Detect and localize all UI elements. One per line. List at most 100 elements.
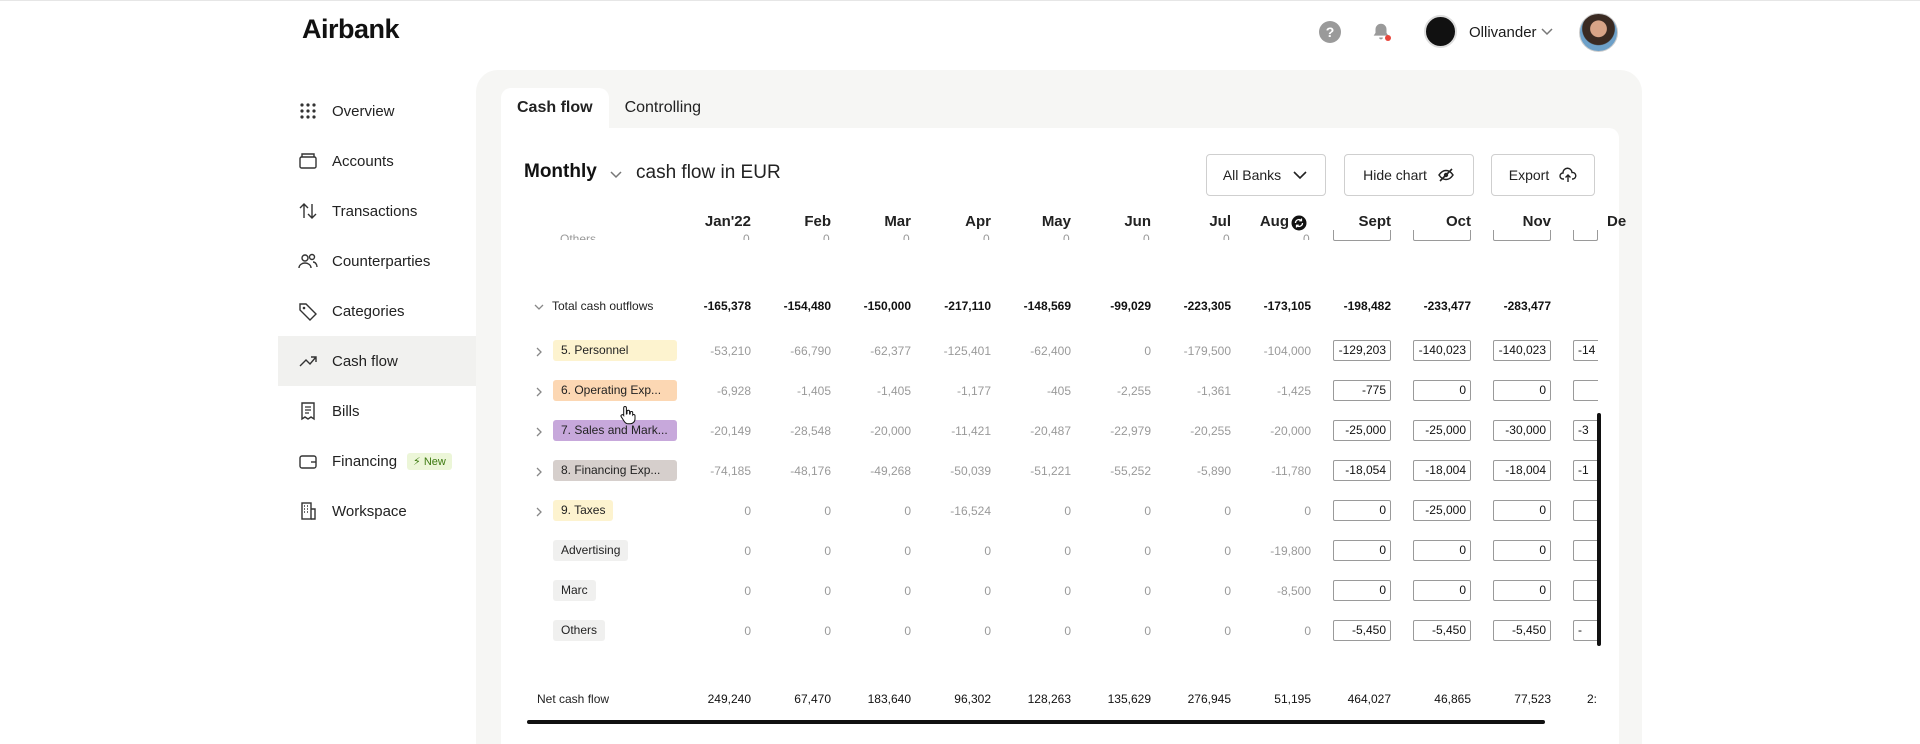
table-cell: 96,302 — [954, 692, 991, 706]
period-select[interactable]: Monthly — [524, 161, 597, 183]
column-header[interactable]: Feb — [761, 213, 831, 230]
column-header[interactable]: Mar — [841, 213, 911, 230]
table-input-cell[interactable]: -25,000 — [1413, 500, 1471, 521]
all-banks-dropdown[interactable]: All Banks — [1206, 154, 1326, 196]
sidebar-item-transactions[interactable]: Transactions — [278, 186, 476, 236]
table-cell: -283,477 — [1503, 299, 1551, 313]
category-pill[interactable]: 6. Operating Exp... — [553, 380, 677, 401]
vertical-scrollbar[interactable] — [1597, 413, 1601, 646]
table-input-cell[interactable]: -1 — [1573, 460, 1598, 481]
sidebar-item-cash-flow[interactable]: Cash flow — [278, 336, 476, 386]
table-input-cell[interactable]: -25,000 — [1333, 420, 1391, 441]
column-header[interactable]: De — [1607, 213, 1644, 230]
table-input-cell[interactable]: -18,004 — [1413, 460, 1471, 481]
chevron-down-icon[interactable] — [1540, 24, 1554, 38]
app-logo[interactable]: Airbank — [302, 14, 400, 45]
sidebar-item-categories[interactable]: Categories — [278, 286, 476, 336]
table-input-cell[interactable]: -140,023 — [1413, 340, 1471, 361]
table-input-cell[interactable]: 0 — [1413, 580, 1471, 601]
column-header[interactable]: Oct — [1401, 213, 1471, 230]
chevron-down-icon[interactable] — [608, 166, 624, 182]
column-header[interactable]: Jun — [1081, 213, 1151, 230]
table-input-cell[interactable]: -25,000 — [1413, 420, 1471, 441]
category-pill[interactable]: Advertising — [553, 540, 629, 561]
table-input-cell[interactable]: 0 — [1333, 540, 1391, 561]
chevron-right-icon[interactable] — [533, 425, 545, 437]
table-input-cell[interactable]: -30,000 — [1493, 420, 1551, 441]
table-input-cell[interactable] — [1573, 540, 1598, 561]
sidebar-item-label: Accounts — [332, 152, 394, 170]
column-header[interactable]: Apr — [921, 213, 991, 230]
table-input-cell[interactable]: 0 — [1493, 380, 1551, 401]
table-input-cell[interactable]: -5,450 — [1333, 620, 1391, 641]
organization-logo[interactable] — [1424, 15, 1457, 48]
table-input-cell[interactable] — [1573, 500, 1598, 521]
table-input-cell[interactable] — [1333, 230, 1391, 241]
table-input-cell[interactable]: -3 — [1573, 420, 1598, 441]
chevron-right-icon[interactable] — [533, 505, 545, 517]
column-header[interactable]: Aug — [1229, 213, 1289, 230]
sidebar-item-counterparties[interactable]: Counterparties — [278, 236, 476, 286]
table-input-cell[interactable]: 0 — [1413, 540, 1471, 561]
category-pill[interactable]: 9. Taxes — [553, 500, 614, 521]
column-header[interactable]: May — [1001, 213, 1071, 230]
sidebar-item-overview[interactable]: Overview — [278, 86, 476, 136]
table-cell: 0 — [1144, 504, 1151, 518]
table-cell: 464,027 — [1347, 692, 1391, 706]
column-header[interactable]: Nov — [1481, 213, 1551, 230]
sidebar-item-bills[interactable]: Bills — [278, 386, 476, 436]
category-pill[interactable]: 5. Personnel — [553, 340, 677, 361]
table-input-cell[interactable]: -14 — [1573, 340, 1598, 361]
table-input-cell[interactable] — [1493, 230, 1551, 241]
table-input-cell[interactable]: 0 — [1333, 500, 1391, 521]
table-input-cell[interactable]: 0 — [1333, 580, 1391, 601]
table-input-cell[interactable]: 0 — [1413, 380, 1471, 401]
table-input-cell[interactable] — [1573, 230, 1598, 241]
table-input-cell[interactable]: 0 — [1493, 540, 1551, 561]
chevron-right-icon[interactable] — [533, 345, 545, 357]
table-input-cell[interactable]: -775 — [1333, 380, 1391, 401]
sidebar-item-financing[interactable]: Financing ⚡ New — [278, 436, 476, 486]
table-input-cell[interactable]: -18,004 — [1493, 460, 1551, 481]
chevron-right-icon[interactable] — [533, 385, 545, 397]
tab-cash-flow[interactable]: Cash flow — [501, 88, 609, 128]
table-input-cell[interactable]: 0 — [1493, 500, 1551, 521]
eye-off-icon — [1438, 168, 1454, 182]
chevron-down-icon[interactable] — [533, 300, 545, 312]
category-pill[interactable]: 7. Sales and Mark... — [553, 420, 677, 441]
sidebar-item-label: Overview — [332, 102, 395, 120]
table-cell: -53,210 — [710, 344, 751, 358]
column-header[interactable]: Jan'22 — [681, 213, 751, 230]
table-cell: -20,487 — [1030, 424, 1071, 438]
help-icon[interactable]: ? — [1319, 21, 1341, 43]
export-button[interactable]: Export — [1491, 154, 1595, 196]
horizontal-scrollbar[interactable] — [527, 720, 1545, 724]
organization-name[interactable]: Ollivander — [1469, 24, 1537, 41]
tab-controlling[interactable]: Controlling — [609, 88, 717, 128]
user-avatar[interactable] — [1579, 13, 1618, 52]
table-input-cell[interactable]: -5,450 — [1413, 620, 1471, 641]
column-header[interactable]: Jul — [1161, 213, 1231, 230]
table-input-cell[interactable]: 0 — [1493, 580, 1551, 601]
category-pill[interactable]: Marc — [553, 580, 596, 601]
table-input-cell[interactable] — [1573, 380, 1598, 401]
table-cell: 128,263 — [1027, 692, 1071, 706]
column-header[interactable]: Sept — [1321, 213, 1391, 230]
hide-chart-button[interactable]: Hide chart — [1344, 154, 1474, 196]
category-pill[interactable]: 8. Financing Exp... — [553, 460, 677, 481]
table-input-cell[interactable]: - — [1573, 620, 1598, 641]
sidebar-item-workspace[interactable]: Workspace — [278, 486, 476, 536]
table-input-cell[interactable]: -140,023 — [1493, 340, 1551, 361]
table-input-cell[interactable] — [1573, 580, 1598, 601]
bell-icon[interactable] — [1370, 21, 1392, 43]
table-input-cell[interactable]: -18,054 — [1333, 460, 1391, 481]
table-cell: 0 — [743, 232, 750, 240]
sidebar-item-accounts[interactable]: Accounts — [278, 136, 476, 186]
table-input-cell[interactable]: -129,203 — [1333, 340, 1391, 361]
table-input-cell[interactable] — [1413, 230, 1471, 241]
table-input-cell[interactable]: -5,450 — [1493, 620, 1551, 641]
chevron-right-icon[interactable] — [533, 465, 545, 477]
category-pill[interactable]: Others — [553, 620, 606, 641]
table-cell: 67,470 — [794, 692, 831, 706]
table-cell: 46,865 — [1434, 692, 1471, 706]
